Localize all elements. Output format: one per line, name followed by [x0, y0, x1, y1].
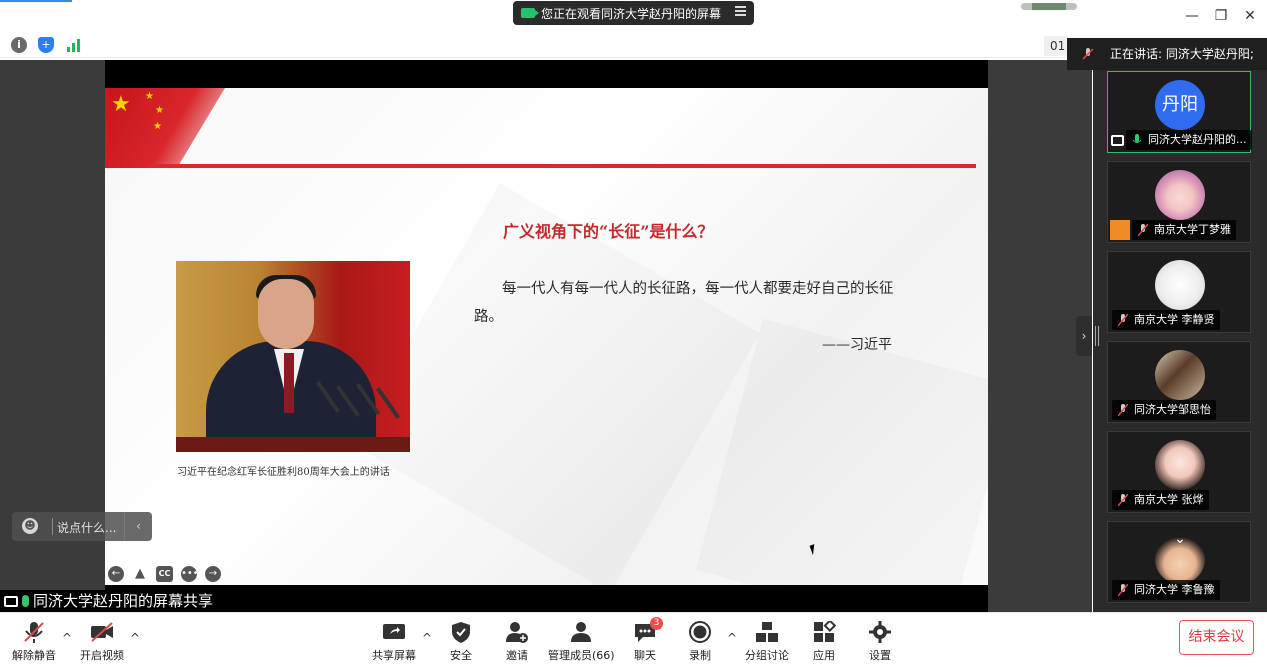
scroll-down-icon[interactable]: ⌄ [1160, 530, 1200, 548]
record-icon [689, 621, 711, 643]
participant-name: 同济大学赵丹阳的... [1126, 130, 1252, 150]
star-icon: ★ [111, 92, 131, 117]
network-quality-icon [1021, 3, 1077, 10]
presentation-slide: ★ ★ ★ ★ 广义视角下的“长征”是什么？ 每一代人有每一代人的长征路，每一代… [105, 88, 988, 585]
meeting-timer: 01 [1044, 36, 1068, 56]
microphone-muted-icon [1118, 404, 1128, 416]
participant-tile[interactable]: 南京大学 李静贤 [1107, 251, 1251, 333]
close-button[interactable]: ✕ [1240, 6, 1260, 26]
end-meeting-button[interactable]: 结束会议 [1179, 620, 1254, 655]
viewing-banner[interactable]: 您正在观看同济大学赵丹阳的屏幕 [513, 1, 754, 25]
invite-button[interactable]: 邀请 [505, 621, 529, 665]
avatar [1155, 260, 1205, 310]
apps-icon [814, 621, 836, 642]
participant-name: 同济大学邹思怡 [1112, 400, 1216, 420]
chat-button[interactable]: 3 聊天 [633, 617, 663, 665]
screen-share-icon [4, 595, 18, 607]
add-user-icon [506, 622, 528, 643]
shield-icon [452, 622, 470, 643]
microphone-muted-icon [1082, 48, 1094, 60]
breakout-rooms-icon [756, 622, 778, 642]
settings-button[interactable]: 设置 [868, 621, 892, 665]
restore-button[interactable]: ❐ [1211, 6, 1231, 26]
microphone-icon [22, 595, 29, 607]
viewing-banner-text: 您正在观看同济大学赵丹阳的屏幕 [541, 6, 722, 21]
microphone-muted-icon [1118, 314, 1128, 326]
audio-options-caret[interactable]: ^ [62, 631, 72, 645]
participant-tile[interactable]: 南京大学丁梦雅 [1107, 161, 1251, 243]
participants-icon [571, 622, 592, 642]
breakout-rooms-button[interactable]: 分组讨论 [745, 621, 789, 665]
signal-bars-icon[interactable] [66, 37, 82, 53]
quote-author: ——习近平 [822, 337, 892, 353]
previous-slide-icon[interactable]: ← [108, 566, 124, 582]
speaking-text: 正在讲话: 同济大学赵丹阳; [1110, 47, 1254, 61]
screen-share-icon [1111, 135, 1124, 146]
photo-caption: 习近平在纪念红军长征胜利80周年大会上的讲话 [177, 467, 390, 478]
camera-icon [521, 8, 539, 18]
apps-button[interactable]: 应用 [812, 621, 836, 665]
participant-name: 南京大学 李静贤 [1112, 310, 1220, 330]
participant-name: 同济大学 李鲁豫 [1112, 580, 1220, 600]
panel-expand-button[interactable]: › [1076, 316, 1092, 356]
captions-icon[interactable]: CC [156, 566, 173, 582]
microphone-muted-icon [1138, 224, 1148, 236]
microphone-icon [1132, 134, 1142, 143]
emoji-icon[interactable]: ☻ [22, 518, 38, 534]
menu-icon[interactable] [735, 6, 746, 18]
star-icon: ★ [155, 105, 164, 116]
chat-placeholder: 说点什么... [57, 521, 117, 535]
shield-icon[interactable]: + [38, 37, 54, 53]
slide-divider [147, 164, 976, 168]
share-screen-button[interactable]: 共享屏幕 [372, 621, 416, 665]
video-options-caret[interactable]: ^ [130, 631, 140, 645]
participant-tile[interactable]: 南京大学 张烨 [1107, 431, 1251, 513]
participant-name: 南京大学 张烨 [1112, 490, 1209, 510]
star-icon: ★ [153, 121, 162, 132]
unmute-button[interactable]: 解除静音 [12, 621, 56, 665]
slide-controls: ← ▲ CC ••• → [108, 566, 229, 582]
share-options-caret[interactable]: ^ [422, 631, 432, 645]
screen-share-label: 同济大学赵丹阳的屏幕共享 [0, 590, 988, 612]
record-options-caret[interactable]: ^ [727, 631, 737, 645]
start-video-button[interactable]: 开启视频 [80, 621, 124, 665]
title-accent-line [0, 0, 72, 2]
slide-quote: 每一代人有每一代人的长征路，每一代人都要走好自己的长征路。 [474, 281, 894, 325]
microphone-muted-icon [24, 622, 44, 643]
next-slide-icon[interactable]: → [205, 566, 221, 582]
microphone-muted-icon [1118, 494, 1128, 506]
user-icon [1110, 220, 1130, 240]
microphone-muted-icon [1118, 584, 1128, 596]
participant-tile[interactable]: 丹阳 同济大学赵丹阳的... [1107, 71, 1252, 153]
chat-collapse-button[interactable]: ‹ [124, 512, 152, 541]
participant-tile[interactable]: 同济大学邹思怡 [1107, 341, 1251, 423]
pen-tool-icon[interactable]: ▲ [132, 566, 148, 582]
speaking-indicator: 正在讲话: 同济大学赵丹阳; [1067, 38, 1267, 70]
minimize-button[interactable]: — [1182, 6, 1202, 26]
quick-chat-input[interactable]: ☻ 说点什么... ‹ [12, 512, 152, 541]
slide-heading: 广义视角下的“长征”是什么？ [503, 222, 714, 241]
manage-members-button[interactable]: 管理成员(66) [548, 621, 615, 665]
avatar [1155, 440, 1205, 490]
chat-unread-badge: 3 [650, 617, 663, 630]
panel-resize-handle[interactable] [1095, 326, 1099, 346]
more-options-icon[interactable]: ••• [181, 566, 199, 582]
participant-name: 南京大学丁梦雅 [1132, 220, 1236, 240]
screen-share-label-text: 同济大学赵丹阳的屏幕共享 [33, 592, 214, 610]
avatar [1155, 170, 1205, 220]
info-icon[interactable]: i [11, 37, 27, 53]
gear-icon [869, 621, 891, 643]
record-button[interactable]: 录制 [688, 621, 712, 665]
speech-photo [176, 261, 410, 452]
meeting-toolbar: 解除静音 ^ 开启视频 ^ 共享屏幕 ^ 安全 邀请 管理成员(66) 3 聊天… [0, 612, 1267, 667]
video-off-icon [91, 622, 113, 642]
share-screen-icon [383, 624, 405, 639]
avatar [1155, 350, 1205, 400]
security-button[interactable]: 安全 [449, 621, 473, 665]
star-icon: ★ [145, 91, 154, 102]
title-bar: 您正在观看同济大学赵丹阳的屏幕 — ❐ ✕ [0, 0, 1267, 32]
avatar: 丹阳 [1155, 80, 1205, 130]
